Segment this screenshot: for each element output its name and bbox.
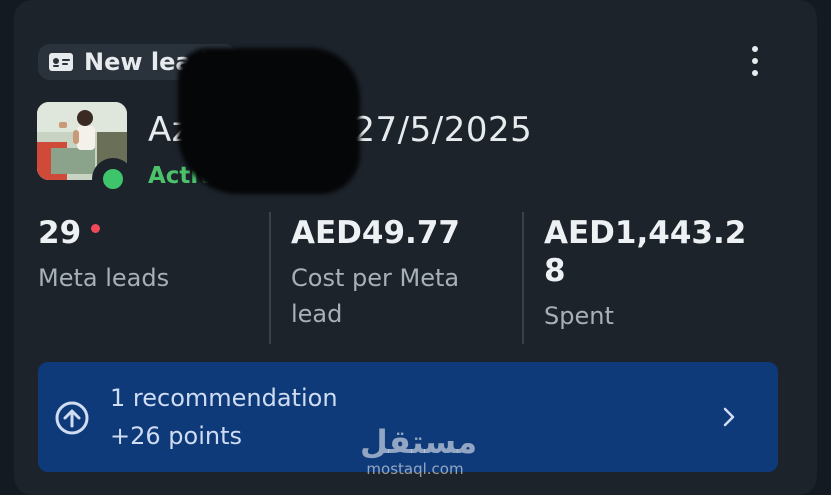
- watermark: مستقل mostaql.com: [360, 423, 478, 478]
- metric-value: 29: [38, 215, 82, 251]
- id-card-icon: [48, 52, 74, 72]
- status-dot: [99, 165, 127, 193]
- metric-cost-per-lead: AED49.77 Cost per Meta lead: [291, 214, 511, 344]
- metric-label: Meta leads: [38, 264, 170, 292]
- active-status-indicator: [92, 158, 134, 200]
- redaction-blot: [178, 48, 360, 194]
- chevron-right-icon: [716, 404, 742, 430]
- arrow-up-circle-icon: [54, 400, 90, 436]
- metric-label: Cost per Meta lead: [291, 264, 460, 328]
- watermark-logo-text: مستقل: [360, 423, 478, 461]
- metric-divider: [522, 212, 524, 344]
- more-options-button[interactable]: [740, 42, 770, 80]
- recommendation-title: 1 recommendation: [110, 384, 338, 412]
- metric-value: AED1,443.28: [544, 215, 747, 289]
- metric-meta-leads: 29 Meta leads: [38, 214, 258, 344]
- recommendation-points: +26 points: [110, 422, 242, 450]
- watermark-site: mostaql.com: [366, 460, 464, 478]
- alert-dot-icon: [91, 223, 101, 233]
- metric-value: AED49.77: [291, 215, 460, 251]
- metric-divider: [269, 212, 271, 344]
- more-vertical-icon: [752, 46, 758, 52]
- metric-label: Spent: [544, 302, 614, 330]
- metric-spent: AED1,443.28 Spent: [544, 214, 759, 344]
